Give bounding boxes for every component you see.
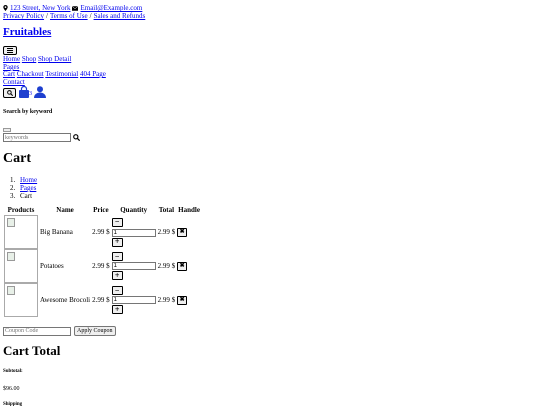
col-header-handle: Handle bbox=[178, 205, 200, 214]
cart-total-title: Cart Total bbox=[3, 343, 61, 358]
close-icon: ✖ bbox=[179, 228, 185, 235]
close-icon: ✖ bbox=[179, 262, 185, 269]
quantity-minus-button[interactable]: − bbox=[111, 217, 123, 227]
terms-of-use-link[interactable]: Terms of Use bbox=[50, 12, 88, 20]
nav-shop-detail-link[interactable]: Shop Detail bbox=[38, 55, 71, 63]
search-modal-title: Search by keyword bbox=[3, 109, 53, 115]
quantity-input[interactable] bbox=[111, 228, 156, 237]
product-price: 2.99 $ bbox=[92, 227, 110, 236]
quantity-input[interactable] bbox=[111, 262, 156, 270]
breadcrumb-item: 2. Pages bbox=[10, 184, 37, 192]
product-name: Awesome Brocoli bbox=[40, 295, 91, 304]
table-row: Big Banana 2.99 $ − + 2.99 $ ✖ bbox=[3, 215, 202, 249]
nav-shop-link[interactable]: Shop bbox=[22, 55, 36, 63]
breadcrumb-item: 3. Cart bbox=[10, 192, 33, 200]
nav-pages-menu: Cart Chackout Testimonial 404 Page bbox=[3, 70, 106, 78]
search-modal-close-button[interactable] bbox=[3, 128, 11, 132]
product-total: 2.99 $ bbox=[157, 295, 176, 304]
quantity-input[interactable] bbox=[111, 296, 156, 304]
quantity-stepper: − + bbox=[111, 286, 156, 314]
product-name: Big Banana bbox=[40, 227, 73, 236]
breadcrumb-home-link[interactable]: Home bbox=[20, 176, 37, 184]
quantity-stepper: − + bbox=[111, 217, 156, 247]
address-link[interactable]: 123 Street, New York bbox=[10, 4, 70, 12]
breadcrumb-item: 1. Home bbox=[10, 176, 38, 184]
table-header-row: Products Name Price Quantity Total Handl… bbox=[3, 205, 202, 215]
page-title: Cart bbox=[3, 151, 31, 166]
privacy-policy-link[interactable]: Privacy Policy bbox=[3, 12, 44, 20]
remove-item-button[interactable]: ✖ bbox=[177, 227, 188, 237]
product-image bbox=[4, 283, 38, 317]
quantity-plus-button[interactable]: + bbox=[111, 271, 123, 280]
coupon-form: Apply Coupon bbox=[3, 326, 116, 336]
product-price: 2.99 $ bbox=[92, 261, 110, 270]
table-row: Potatoes 2.99 $ − + 2.99 $ ✖ bbox=[3, 249, 202, 283]
product-total: 2.99 $ bbox=[157, 227, 176, 236]
subtotal-value: $96.00 bbox=[3, 386, 20, 392]
sales-refunds-link[interactable]: Sales and Refunds bbox=[94, 12, 146, 20]
nav-contact-link[interactable]: Contact bbox=[3, 78, 25, 86]
close-icon: ✖ bbox=[179, 296, 185, 303]
nav-404-link[interactable]: 404 Page bbox=[80, 70, 106, 78]
subtotal-label: Subtotal: bbox=[3, 369, 23, 374]
col-header-products: Products bbox=[7, 205, 35, 214]
nav-checkout-link[interactable]: Chackout bbox=[17, 70, 44, 78]
email-link[interactable]: Email@Example.com bbox=[80, 4, 142, 12]
quantity-plus-button[interactable]: + bbox=[111, 305, 123, 314]
apply-coupon-button[interactable]: Apply Coupon bbox=[74, 326, 116, 336]
nav-primary: Home Shop Shop Detail bbox=[3, 55, 71, 63]
breadcrumb-current: Cart bbox=[20, 192, 33, 200]
coupon-code-input[interactable] bbox=[3, 326, 71, 336]
remove-item-button[interactable]: ✖ bbox=[177, 261, 188, 271]
product-image bbox=[4, 215, 38, 249]
quantity-plus-button[interactable]: + bbox=[111, 237, 123, 247]
map-pin-icon bbox=[3, 5, 8, 12]
col-header-quantity: Quantity bbox=[120, 205, 148, 214]
nav-cart-link[interactable]: Cart bbox=[3, 70, 15, 78]
hamburger-icon bbox=[7, 48, 13, 53]
col-header-name: Name bbox=[56, 205, 74, 214]
product-image bbox=[4, 249, 38, 283]
header-icons: 3 bbox=[3, 86, 46, 98]
topbar-contact-line: 123 Street, New York Email@Example.com bbox=[3, 4, 145, 12]
breadcrumb-pages-link[interactable]: Pages bbox=[20, 184, 36, 192]
quantity-minus-button[interactable]: − bbox=[111, 252, 123, 261]
nav-testimonial-link[interactable]: Testimonial bbox=[45, 70, 78, 78]
breadcrumb: 1. Home 2. Pages 3. Cart bbox=[10, 176, 38, 200]
search-open-button[interactable] bbox=[3, 88, 16, 98]
topbar-policy-links: Privacy Policy / Terms of Use / Sales and … bbox=[3, 12, 146, 21]
brand-logo-link[interactable]: Fruitables bbox=[3, 26, 51, 39]
col-header-total: Total bbox=[158, 205, 175, 214]
col-header-price: Price bbox=[93, 205, 109, 214]
user-icon bbox=[34, 86, 46, 98]
cart-link[interactable]: 3 bbox=[18, 86, 32, 98]
product-name: Potatoes bbox=[40, 261, 64, 270]
navbar-toggle-button[interactable] bbox=[3, 46, 17, 55]
topbar: 123 Street, New York Email@Example.com P… bbox=[3, 4, 145, 20]
quantity-stepper: − + bbox=[111, 252, 156, 280]
envelope-icon bbox=[72, 5, 79, 11]
product-total: 2.99 $ bbox=[157, 261, 176, 270]
remove-item-button[interactable]: ✖ bbox=[177, 295, 188, 305]
table-row: Awesome Brocoli 2.99 $ − + 2.99 $ ✖ bbox=[3, 283, 202, 317]
search-submit-icon[interactable] bbox=[73, 134, 80, 141]
search-icon bbox=[6, 90, 13, 96]
nav-home-link[interactable]: Home bbox=[3, 55, 20, 63]
product-price: 2.99 $ bbox=[92, 295, 110, 304]
search-bar bbox=[3, 133, 80, 142]
search-input[interactable] bbox=[3, 133, 71, 142]
account-link[interactable] bbox=[34, 86, 46, 98]
cart-count-badge: 3 bbox=[29, 91, 32, 98]
quantity-minus-button[interactable]: − bbox=[111, 286, 123, 295]
cart-table: Products Name Price Quantity Total Handl… bbox=[3, 205, 202, 317]
